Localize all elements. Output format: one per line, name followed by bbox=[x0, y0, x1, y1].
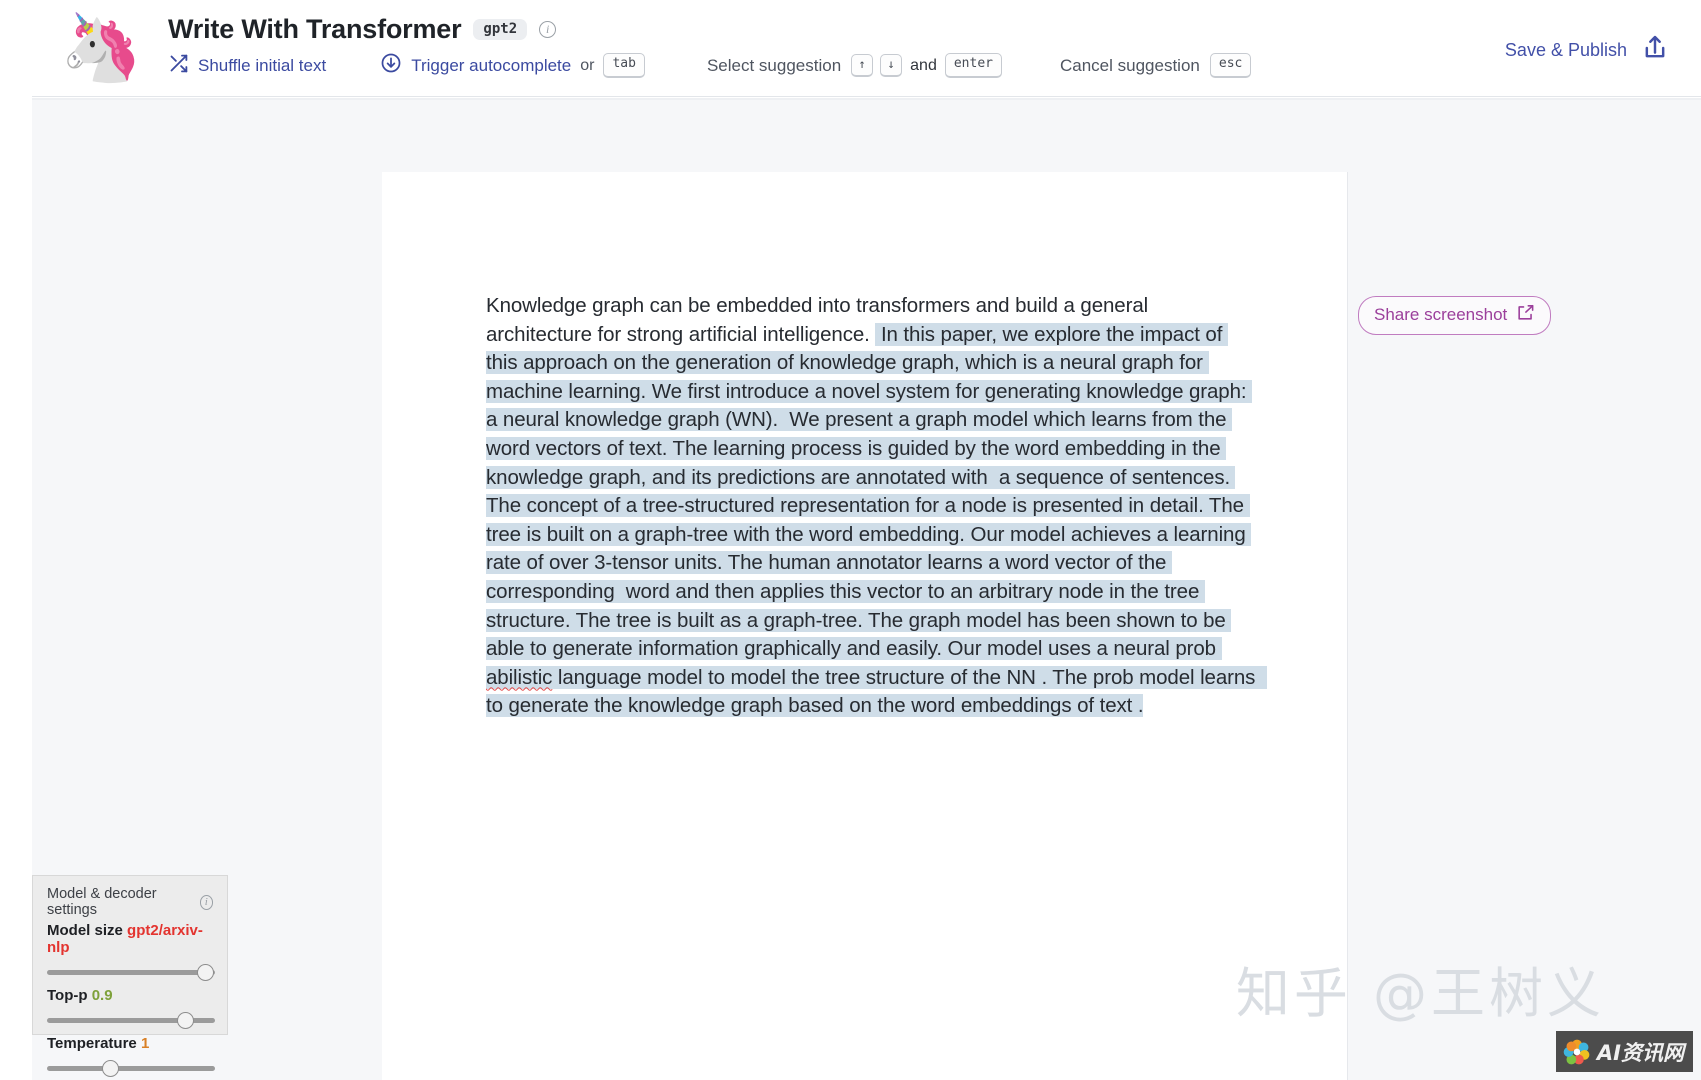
app-header: 🦄 Write With Transformer gpt2 i Shuffle … bbox=[0, 0, 1701, 100]
cancel-suggestion-label: Cancel suggestion bbox=[1060, 55, 1200, 75]
top-p-label: Top-p bbox=[47, 987, 88, 1004]
top-p-value: 0.9 bbox=[91, 987, 113, 1004]
zhihu-watermark: 知乎 @王树义 bbox=[1235, 962, 1605, 1025]
page-title: Write With Transformer bbox=[168, 14, 462, 44]
misspelled-word[interactable]: abilistic bbox=[486, 665, 552, 689]
key-enter: enter bbox=[944, 53, 1002, 78]
slider-track bbox=[47, 970, 215, 975]
info-icon[interactable]: i bbox=[539, 21, 557, 38]
shuffle-initial-text-action[interactable]: Shuffle initial text bbox=[168, 53, 326, 79]
model-size-label: Model size bbox=[47, 922, 123, 939]
external-link-icon bbox=[1516, 303, 1535, 327]
download-circle-icon bbox=[380, 52, 402, 79]
editor-text[interactable]: Knowledge graph can be embedded into tra… bbox=[486, 292, 1267, 721]
key-arrow-up: ↑ bbox=[851, 54, 874, 77]
model-chip: gpt2 bbox=[473, 19, 528, 40]
top-p-slider[interactable] bbox=[47, 1011, 215, 1031]
generated-text-part-1: In this paper, we explore the impact of … bbox=[486, 322, 1253, 661]
save-and-publish-button[interactable]: Save & Publish bbox=[1505, 34, 1669, 67]
app-root: 🦄 Write With Transformer gpt2 i Shuffle … bbox=[0, 0, 1701, 1080]
key-arrow-down: ↓ bbox=[880, 54, 903, 77]
save-and-publish-label: Save & Publish bbox=[1504, 40, 1627, 60]
shuffle-initial-text-label: Shuffle initial text bbox=[198, 55, 327, 75]
model-decoder-settings-panel[interactable]: Model & decoder settings i Model size gp… bbox=[32, 875, 228, 1077]
settings-title: Model & decoder settings bbox=[47, 886, 157, 918]
flower-logo-icon bbox=[1562, 1037, 1592, 1067]
key-esc: esc bbox=[1209, 53, 1252, 78]
slider-thumb[interactable] bbox=[102, 1060, 119, 1077]
trigger-autocomplete-label: Trigger autocomplete bbox=[411, 55, 572, 75]
share-screenshot-label: Share screenshot bbox=[1374, 305, 1508, 324]
shuffle-icon bbox=[168, 53, 189, 79]
header-divider-shadow bbox=[32, 98, 1701, 100]
model-size-slider[interactable] bbox=[47, 963, 215, 983]
setting-label-temperature: Temperature 1 bbox=[47, 1035, 213, 1052]
setting-label-model-size: Model size gpt2/arxiv-nlp bbox=[47, 922, 213, 956]
key-tab: tab bbox=[603, 53, 645, 78]
hint-connector-or: or bbox=[580, 56, 595, 74]
editor-card[interactable]: Knowledge graph can be embedded into tra… bbox=[382, 172, 1348, 1080]
temperature-slider[interactable] bbox=[47, 1059, 215, 1079]
cancel-suggestion-hint: Cancel suggestion bbox=[1060, 56, 1200, 76]
settings-info-icon[interactable]: i bbox=[199, 894, 213, 910]
settings-header: Model & decoder settings i bbox=[47, 886, 213, 918]
temperature-label: Temperature bbox=[47, 1035, 137, 1052]
header-divider bbox=[32, 96, 1701, 97]
hints-row: Shuffle initial text Trigger autocomplet… bbox=[168, 52, 1252, 79]
share-upload-icon bbox=[1641, 34, 1669, 67]
trigger-autocomplete-action[interactable]: Trigger autocomplete bbox=[380, 52, 571, 79]
slider-thumb[interactable] bbox=[197, 964, 214, 981]
ai-site-watermark: AI资讯网 bbox=[1555, 1031, 1693, 1072]
hint-connector-and: and bbox=[910, 56, 937, 74]
slider-track bbox=[47, 1066, 215, 1071]
select-suggestion-hint: Select suggestion bbox=[707, 56, 841, 76]
share-screenshot-button[interactable]: Share screenshot bbox=[1358, 296, 1552, 335]
title-row: Write With Transformer gpt2 i bbox=[168, 14, 557, 45]
select-suggestion-label: Select suggestion bbox=[706, 55, 842, 75]
unicorn-logo-icon: 🦄 bbox=[60, 10, 143, 84]
setting-label-top-p: Top-p 0.9 bbox=[47, 987, 213, 1004]
generated-text-part-2: language model to model the tree structu… bbox=[486, 665, 1267, 718]
slider-thumb[interactable] bbox=[177, 1012, 194, 1029]
temperature-value: 1 bbox=[140, 1035, 150, 1052]
ai-site-watermark-text: AI资讯网 bbox=[1596, 1040, 1684, 1065]
